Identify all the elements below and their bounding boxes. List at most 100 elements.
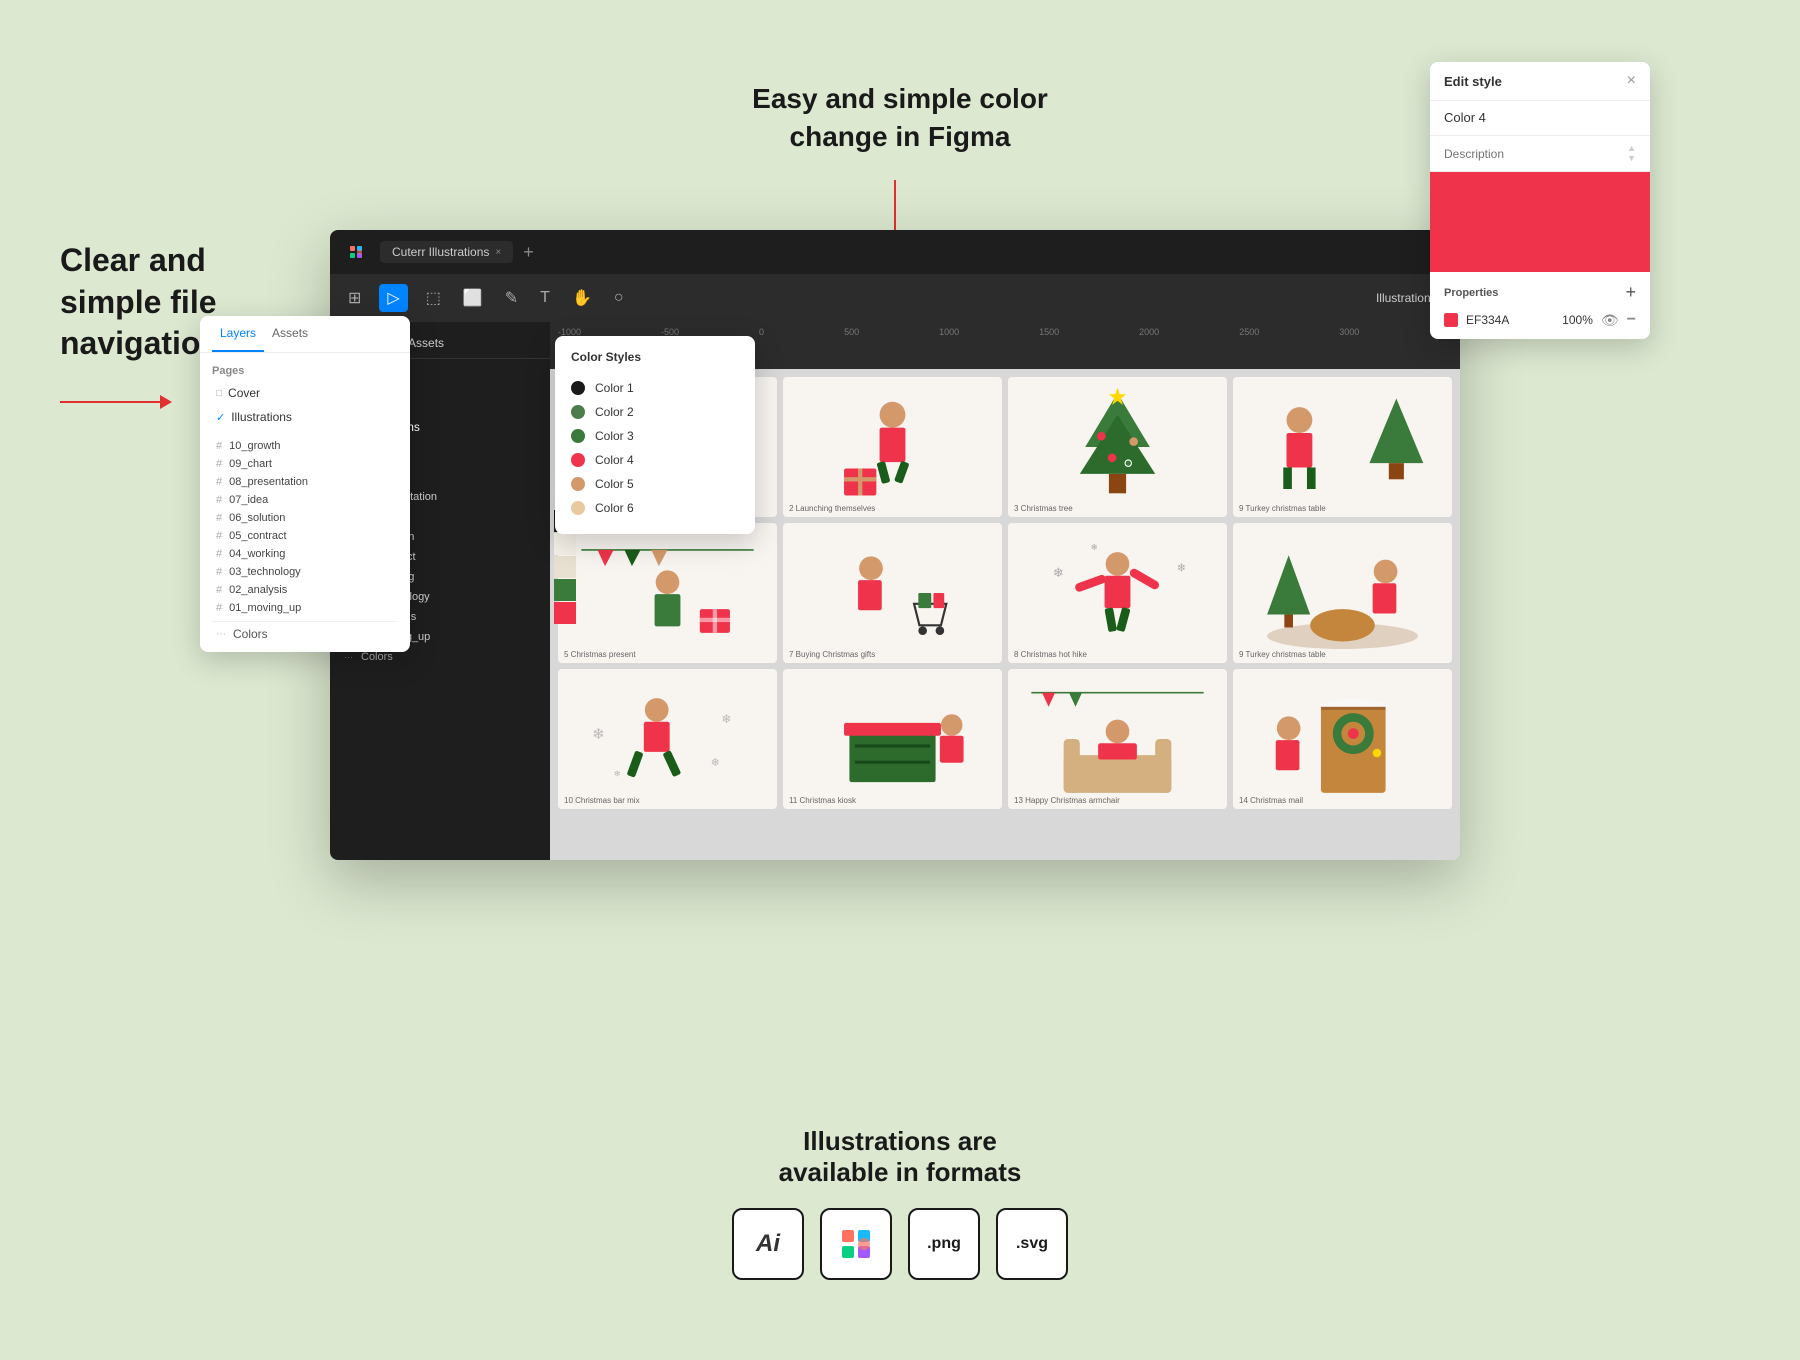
illus-row-3: ❄ ❄ ❄ ❄ 10 Christmas bar mix xyxy=(558,669,1452,809)
illus-cell-3[interactable]: 3 Christmas tree xyxy=(1008,377,1227,517)
color-name-input[interactable] xyxy=(1444,110,1636,125)
tab-title: Cuterr Illustrations xyxy=(392,245,489,259)
color-name-4: Color 4 xyxy=(595,453,634,467)
list-item[interactable]: #03_technology xyxy=(212,563,398,581)
color-style-item-6[interactable]: Color 6 xyxy=(571,496,739,520)
bottom-section: Illustrations are available in formats A… xyxy=(0,1126,1800,1280)
color-style-item-1[interactable]: Color 1 xyxy=(571,376,739,400)
illus-cell-7[interactable]: ❄ ❄ ❄ 8 Christmas hot hike xyxy=(1008,523,1227,663)
color-style-item-5[interactable]: Color 5 xyxy=(571,472,739,496)
frame-tool-icon[interactable]: ⬚ xyxy=(422,284,445,312)
select-tool-icon[interactable]: ▷ xyxy=(379,284,407,312)
la-layer-section: #10_growth #09_chart #08_presentation #0… xyxy=(200,433,410,652)
color-dot-5 xyxy=(571,477,585,491)
close-icon[interactable]: × xyxy=(1627,72,1636,90)
stepper-arrows[interactable]: ▲ ▼ xyxy=(1627,144,1636,163)
grid-tool-icon[interactable]: ⊞ xyxy=(344,284,365,312)
la-tab-assets[interactable]: Assets xyxy=(264,316,316,352)
list-item[interactable]: #06_solution xyxy=(212,509,398,527)
svg-text:❄: ❄ xyxy=(1053,565,1064,580)
hand-tool-icon[interactable]: ✋ xyxy=(568,284,596,312)
shape-tool-icon[interactable]: ⬜ xyxy=(459,284,487,312)
new-tab-button[interactable]: + xyxy=(523,242,534,263)
comment-tool-icon[interactable]: ○ xyxy=(610,285,628,311)
color-preview-block[interactable] xyxy=(1430,172,1650,272)
illus-cell-8[interactable]: 9 Turkey christmas table xyxy=(1233,523,1452,663)
svg-text:❄: ❄ xyxy=(711,757,720,769)
text-tool-icon[interactable]: T xyxy=(536,285,554,311)
illus-cell-5[interactable]: 5 Christmas present xyxy=(558,523,777,663)
edit-style-title: Edit style xyxy=(1444,74,1502,89)
format-svg-box[interactable]: .svg xyxy=(996,1208,1068,1280)
arrow-down-icon[interactable]: ▼ xyxy=(1627,154,1636,163)
illus-label-7: 8 Christmas hot hike xyxy=(1014,650,1087,659)
la-page-illustrations[interactable]: ✓ Illustrations xyxy=(212,405,398,429)
illus-cell-2[interactable]: 2 Launching themselves xyxy=(783,377,1002,517)
illus-cell-12[interactable]: 14 Christmas mail xyxy=(1233,669,1452,809)
format-ai-box[interactable]: Ai xyxy=(732,1208,804,1280)
add-property-button[interactable]: + xyxy=(1625,282,1636,303)
figma-body: Layers Assets Pages Cover ✓ Illustration… xyxy=(330,322,1460,860)
arrow-up-icon[interactable]: ▲ xyxy=(1627,144,1636,153)
illus-label-2: 2 Launching themselves xyxy=(789,504,875,513)
color-style-item-4[interactable]: Color 4 xyxy=(571,448,739,472)
la-pages-title: Pages xyxy=(212,361,398,381)
swatch-red xyxy=(554,602,576,624)
color-style-item-3[interactable]: Color 3 xyxy=(571,424,739,448)
la-tab-layers[interactable]: Layers xyxy=(212,316,264,352)
format-figma-box[interactable] xyxy=(820,1208,892,1280)
illus-cell-4[interactable]: 9 Turkey christmas table xyxy=(1233,377,1452,517)
list-item[interactable]: #09_chart xyxy=(212,455,398,473)
color-style-item-2[interactable]: Color 2 xyxy=(571,400,739,424)
tab-close-icon[interactable]: × xyxy=(495,247,501,258)
color-name-2: Color 2 xyxy=(595,405,634,419)
format-icons-row: Ai .png .svg xyxy=(732,1208,1068,1280)
left-heading: Clear and simple file navigation xyxy=(60,240,220,365)
description-field[interactable]: ▲ ▼ xyxy=(1430,136,1650,172)
edit-style-header: Edit style × xyxy=(1430,62,1650,101)
illus-cell-10[interactable]: 11 Christmas kiosk xyxy=(783,669,1002,809)
arrow-head xyxy=(160,395,172,409)
figma-file-tab[interactable]: Cuterr Illustrations × xyxy=(380,241,513,263)
pen-tool-icon[interactable]: ✎ xyxy=(501,284,522,312)
list-item[interactable]: #10_growth xyxy=(212,437,398,455)
description-input[interactable] xyxy=(1444,147,1627,161)
list-item[interactable]: #07_idea xyxy=(212,491,398,509)
swatch-beige xyxy=(554,556,576,578)
svg-text:❄: ❄ xyxy=(1091,542,1098,552)
color-swatch[interactable] xyxy=(1444,313,1458,327)
color-styles-title: Color Styles xyxy=(571,350,739,364)
color-dot-2 xyxy=(571,405,585,419)
bottom-text: Illustrations are available in formats xyxy=(779,1126,1022,1188)
color-styles-panel: Color Styles Color 1 Color 2 Color 3 Col… xyxy=(555,336,755,534)
list-item[interactable]: #02_analysis xyxy=(212,581,398,599)
illus-cell-11[interactable]: 13 Happy Christmas armchair xyxy=(1008,669,1227,809)
color-dot-3 xyxy=(571,429,585,443)
figma-titlebar: Cuterr Illustrations × + xyxy=(330,230,1460,274)
format-png-box[interactable]: .png xyxy=(908,1208,980,1280)
svg-text:❄: ❄ xyxy=(592,726,605,743)
figma-icon xyxy=(838,1226,874,1262)
ai-format-label: Ai xyxy=(756,1230,780,1258)
colors-special-item[interactable]: ⋯ Colors xyxy=(212,621,398,646)
la-page-cover[interactable]: □ Cover xyxy=(212,381,398,405)
list-item[interactable]: #08_presentation xyxy=(212,473,398,491)
illus-cell-9[interactable]: ❄ ❄ ❄ ❄ 10 Christmas bar mix xyxy=(558,669,777,809)
edit-style-panel: Edit style × ▲ ▼ Properties + EF334A 100… xyxy=(1430,62,1650,339)
list-item[interactable]: #01_moving_up xyxy=(212,599,398,617)
opacity-value: 100% xyxy=(1562,313,1593,327)
color-property-row: EF334A 100% 👁 − xyxy=(1444,311,1636,329)
properties-label: Properties xyxy=(1444,287,1514,299)
illus-cell-6[interactable]: 7 Buying Christmas gifts xyxy=(783,523,1002,663)
color-name-5: Color 5 xyxy=(595,477,634,491)
remove-icon[interactable]: − xyxy=(1627,311,1636,329)
arrow-body xyxy=(60,401,160,403)
color-name-3: Color 3 xyxy=(595,429,634,443)
color-name-field[interactable] xyxy=(1430,101,1650,136)
list-item[interactable]: #04_working xyxy=(212,545,398,563)
swatch-cream xyxy=(554,533,576,555)
list-item[interactable]: #05_contract xyxy=(212,527,398,545)
illus-label-6: 7 Buying Christmas gifts xyxy=(789,650,875,659)
eye-icon[interactable]: 👁 xyxy=(1601,312,1619,329)
properties-section: Properties + EF334A 100% 👁 − xyxy=(1430,272,1650,339)
